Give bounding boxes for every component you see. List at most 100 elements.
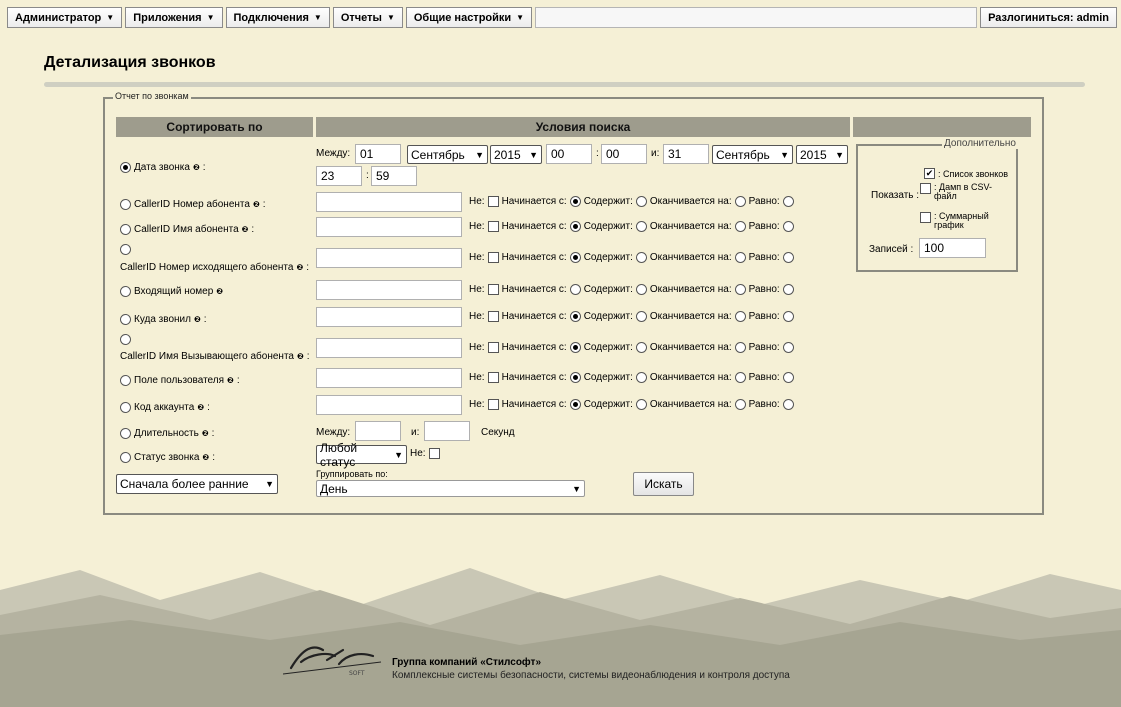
cond-equals-radio[interactable] <box>782 252 794 263</box>
cond-ends-radio[interactable] <box>734 311 746 322</box>
sort-field-option-radio-only[interactable] <box>120 244 131 255</box>
summary-graph-checkbox[interactable] <box>920 212 931 223</box>
cond-equals-radio[interactable] <box>782 221 794 232</box>
date-day-to-input[interactable]: 31 <box>663 144 709 164</box>
cond-not-checkbox[interactable] <box>487 399 499 410</box>
date-month-from-select[interactable]: Сентябрь ▼ <box>407 145 488 164</box>
menu-applications[interactable]: Приложения ▼ <box>125 7 223 28</box>
sort-date-radio[interactable] <box>120 162 131 173</box>
sort-field-option[interactable]: Поле пользователя ❷: <box>120 375 240 386</box>
date-day-from-input[interactable]: 01 <box>355 144 401 164</box>
sort-field-option-radio-only[interactable] <box>120 334 131 345</box>
cond-starts-radio[interactable] <box>569 342 581 353</box>
cond-contains-radio[interactable] <box>635 196 647 207</box>
cond-ends-radio[interactable] <box>734 284 746 295</box>
sort-field-radio[interactable] <box>120 286 131 297</box>
cond-contains-radio[interactable] <box>635 284 647 295</box>
sort-field-option[interactable]: CallerID Имя абонента ❷: <box>120 224 254 235</box>
cond-not-checkbox[interactable] <box>487 196 499 207</box>
cond-equals-radio[interactable] <box>782 196 794 207</box>
menu-general-settings[interactable]: Общие настройки ▼ <box>405 7 533 28</box>
field-input[interactable] <box>316 217 462 237</box>
cond-not-checkbox[interactable] <box>487 372 499 383</box>
sort-date-option[interactable]: Дата звонка ❷: <box>120 162 206 173</box>
duration-from-input[interactable] <box>355 421 401 441</box>
sort-duration-radio[interactable] <box>120 428 131 439</box>
cond-starts-radio[interactable] <box>569 196 581 207</box>
cond-equals-radio[interactable] <box>782 342 794 353</box>
cond-ends-radio[interactable] <box>734 399 746 410</box>
sort-field-radio[interactable] <box>120 334 131 345</box>
cond-ends-radio[interactable] <box>734 196 746 207</box>
field-input[interactable] <box>316 395 462 415</box>
cond-starts-radio[interactable] <box>569 221 581 232</box>
menu-administrator[interactable]: Администратор ▼ <box>7 7 123 28</box>
records-input[interactable]: 100 <box>919 238 986 258</box>
cond-contains-radio[interactable] <box>635 372 647 383</box>
cond-equals-radio[interactable] <box>782 311 794 322</box>
sort-field-option[interactable]: Входящий номер ❷ <box>120 286 223 297</box>
date-hour-from-input[interactable]: 00 <box>546 144 592 164</box>
sort-field-radio[interactable] <box>120 199 131 210</box>
status-not-option[interactable]: Не: <box>410 448 440 459</box>
sort-field-option[interactable]: CallerID Имя Вызывающего абонента ❷: <box>120 351 310 362</box>
search-button[interactable]: Искать <box>633 472 694 496</box>
sort-field-option[interactable]: CallerID Номер исходящего абонента ❷: <box>120 262 309 273</box>
cond-not-checkbox[interactable] <box>487 311 499 322</box>
duration-to-input[interactable] <box>424 421 470 441</box>
logout-button[interactable]: Разлогиниться: admin <box>980 7 1117 28</box>
field-input[interactable] <box>316 307 462 327</box>
option-call-list[interactable]: ✔: Список звонков <box>924 168 1008 179</box>
cond-starts-radio[interactable] <box>569 399 581 410</box>
group-by-select[interactable]: День ▼ <box>316 480 585 497</box>
field-input[interactable] <box>316 280 462 300</box>
cond-equals-radio[interactable] <box>782 399 794 410</box>
cond-ends-radio[interactable] <box>734 221 746 232</box>
cond-contains-radio[interactable] <box>635 399 647 410</box>
status-not-checkbox[interactable] <box>428 448 440 459</box>
sort-field-option[interactable]: Куда звонил ❷: <box>120 314 207 325</box>
cond-contains-radio[interactable] <box>635 342 647 353</box>
cond-starts-radio[interactable] <box>569 311 581 322</box>
option-csv-dump[interactable]: : Дамп в CSV-файл <box>920 183 1004 201</box>
sort-field-radio[interactable] <box>120 402 131 413</box>
cond-not-checkbox[interactable] <box>487 221 499 232</box>
cond-equals-radio[interactable] <box>782 284 794 295</box>
sort-duration-option[interactable]: Длительность ❷: <box>120 428 214 439</box>
sort-field-radio[interactable] <box>120 314 131 325</box>
field-input[interactable] <box>316 368 462 388</box>
date-year-from-select[interactable]: 2015 ▼ <box>490 145 542 164</box>
option-summary-graph[interactable]: : Суммарный график <box>920 212 1010 230</box>
call-list-checkbox[interactable]: ✔ <box>924 168 935 179</box>
cond-starts-radio[interactable] <box>569 372 581 383</box>
date-year-to-select[interactable]: 2015 ▼ <box>796 145 848 164</box>
sort-field-radio[interactable] <box>120 224 131 235</box>
cond-equals-radio[interactable] <box>782 372 794 383</box>
sort-order-select[interactable]: Сначала более ранние ▼ <box>116 474 278 494</box>
field-input[interactable] <box>316 338 462 358</box>
date-min-from-input[interactable]: 00 <box>601 144 647 164</box>
cond-starts-radio[interactable] <box>569 284 581 295</box>
cond-not-checkbox[interactable] <box>487 342 499 353</box>
cond-ends-radio[interactable] <box>734 372 746 383</box>
sort-status-radio[interactable] <box>120 452 131 463</box>
date-month-to-select[interactable]: Сентябрь ▼ <box>712 145 793 164</box>
cond-contains-radio[interactable] <box>635 252 647 263</box>
cond-starts-radio[interactable] <box>569 252 581 263</box>
menu-reports[interactable]: Отчеты ▼ <box>332 7 403 28</box>
cond-ends-radio[interactable] <box>734 342 746 353</box>
cond-contains-radio[interactable] <box>635 311 647 322</box>
cond-not-checkbox[interactable] <box>487 284 499 295</box>
date-min-to-input[interactable]: 59 <box>371 166 417 186</box>
sort-field-option[interactable]: Код аккаунта ❷: <box>120 402 210 413</box>
sort-field-radio[interactable] <box>120 244 131 255</box>
field-input[interactable] <box>316 192 462 212</box>
cond-contains-radio[interactable] <box>635 221 647 232</box>
sort-field-radio[interactable] <box>120 375 131 386</box>
call-status-select[interactable]: Любой статус ▼ <box>316 441 407 469</box>
csv-dump-checkbox[interactable] <box>920 183 931 194</box>
menu-connections[interactable]: Подключения ▼ <box>225 7 330 28</box>
field-input[interactable] <box>316 248 462 268</box>
cond-ends-radio[interactable] <box>734 252 746 263</box>
sort-field-option[interactable]: CallerID Номер абонента ❷: <box>120 199 266 210</box>
